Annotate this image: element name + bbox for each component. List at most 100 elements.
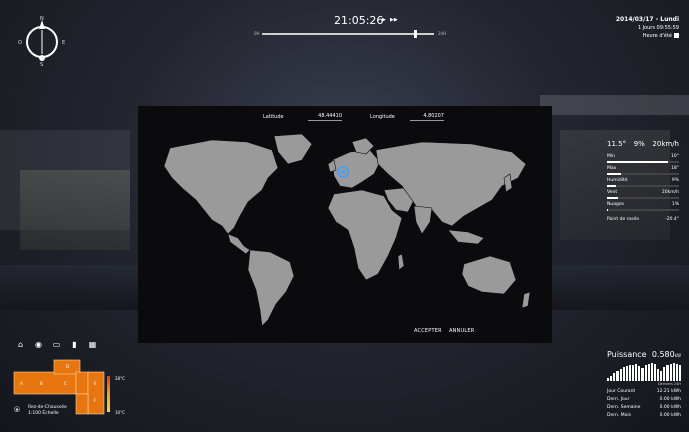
compass[interactable]: N E S O [16, 16, 68, 68]
power-chart [607, 363, 681, 381]
weather-row-label: Min [607, 154, 615, 159]
timeline-slider[interactable] [262, 33, 434, 35]
power-chart-bar [653, 364, 656, 381]
weather-row: Max 18° [607, 166, 679, 171]
summer-time-checkbox[interactable] [674, 33, 679, 38]
room-label: A [20, 381, 23, 386]
compass-north: N [40, 16, 44, 22]
compass-icon [26, 20, 58, 61]
save-icon[interactable]: ▮ [70, 340, 79, 349]
date-label: 2014/03/17 - Lundi [615, 16, 679, 23]
power-chart-bar [669, 364, 672, 381]
summer-time-label: Heure d'été [642, 33, 672, 39]
weather-row-label: Vent [607, 190, 618, 195]
monitor-icon[interactable]: ▭ [52, 340, 61, 349]
power-stat-row: Jour Courant 12.21 kWh [607, 389, 681, 394]
power-chart-bar [613, 373, 616, 381]
temperature-scale [107, 376, 110, 412]
power-unit: kW [674, 353, 681, 358]
weather-slider[interactable] [607, 197, 679, 199]
weather-slider[interactable] [607, 185, 679, 187]
power-stat-label: Dern. Mois [607, 413, 631, 418]
power-chart-bar [650, 363, 653, 381]
power-chart-bar [663, 367, 666, 381]
dew-point-value: -20.4° [665, 217, 679, 222]
power-stat-value: 0.00 kWh [659, 397, 681, 402]
power-stat-row: Dern. Semaine 0.00 kWh [607, 405, 681, 410]
clock-display: 21:05:26 [334, 14, 384, 27]
power-chart-bar [644, 365, 647, 381]
power-chart-bar [675, 364, 678, 381]
timeline-start-label: 0H [254, 31, 260, 36]
time-controls: 21:05:26 ▶ ▶▶ 0H 24H [254, 12, 454, 42]
compass-south: S [40, 62, 44, 68]
weather-row: Nuages 1% [607, 202, 679, 207]
date-panel: 2014/03/17 - Lundi 1 Jours 09:55:59 Heur… [616, 16, 679, 40]
location-dialog: Latitude 48.44410 Longitude 4.80207 ACCE… [138, 106, 552, 343]
weather-row: Humidité 9% [607, 178, 679, 183]
power-chart-caption: Derniers 24H [657, 382, 681, 386]
power-value: 0.580 [651, 350, 675, 359]
timeline-end-label: 24H [438, 31, 447, 36]
longitude-input[interactable]: 4.80207 [410, 113, 444, 121]
latitude-input[interactable]: 48.44410 [308, 113, 342, 121]
summer-time-toggle[interactable]: Heure d'été [616, 32, 679, 40]
room-label: D [66, 364, 69, 369]
weather-row-label: Humidité [607, 178, 628, 183]
weather-row: Vent 20km/h [607, 190, 679, 195]
power-stat-value: 0.00 kWh [659, 413, 681, 418]
home-icon[interactable]: ⌂ [16, 340, 25, 349]
power-stat-row: Dern. Jour 0.00 kWh [607, 397, 681, 402]
grid-icon[interactable]: ▦ [88, 340, 97, 349]
weather-row-value: 20km/h [661, 190, 679, 195]
latitude-label: Latitude [263, 114, 284, 120]
weather-slider[interactable] [607, 209, 679, 211]
fast-forward-icon[interactable]: ▶▶ [390, 17, 398, 23]
power-chart-bar [625, 366, 628, 381]
temperature-value: 11.5° [607, 140, 627, 148]
power-chart-bar [657, 369, 660, 381]
weather-row: Min 10° [607, 154, 679, 159]
power-chart-bar [641, 368, 644, 381]
weather-slider[interactable] [607, 173, 679, 175]
weather-row-value: 1% [671, 202, 679, 207]
play-icon[interactable]: ▶ [382, 17, 386, 23]
power-chart-bar [635, 364, 638, 381]
compass-west: O [18, 40, 22, 46]
weather-row-label: Max [607, 166, 617, 171]
room-label: C [64, 381, 67, 386]
power-stat-label: Jour Courant [607, 389, 636, 394]
room-label: B [40, 381, 43, 386]
power-chart-bar [672, 363, 675, 381]
power-chart-bar [628, 365, 631, 381]
wind-top-value: 20km/h [652, 140, 679, 148]
world-map[interactable] [152, 130, 538, 330]
power-stat-value: 12.21 kWh [656, 389, 681, 394]
power-chart-bar [619, 369, 622, 381]
power-stat-label: Dern. Semaine [607, 405, 641, 410]
power-chart-bar [622, 367, 625, 381]
weather-row-label: Nuages [607, 202, 624, 207]
power-chart-bar [647, 364, 650, 381]
power-chart-bar [638, 366, 641, 381]
globe-icon[interactable]: ◉ [34, 340, 43, 349]
power-chart-bar [666, 365, 669, 381]
person-icon[interactable]: ⍟ [14, 405, 20, 416]
power-chart-bar [610, 376, 613, 381]
accept-button[interactable]: ACCEPTER [414, 328, 442, 334]
humidity-top-value: 9% [633, 140, 645, 148]
dew-point-label: Point de rosée [607, 217, 640, 222]
temp-scale-high: 28°C [115, 376, 125, 381]
power-chart-bar [632, 365, 635, 381]
weather-slider[interactable] [607, 161, 679, 163]
weather-row-value: 10° [671, 154, 679, 159]
timeline-handle[interactable] [414, 30, 417, 38]
longitude-label: Longitude [370, 114, 395, 120]
power-chart-bar [660, 371, 663, 381]
bottom-toolbar: ⌂ ◉ ▭ ▮ ▦ [16, 340, 97, 349]
weather-row-value: 9% [671, 178, 679, 183]
power-chart-bar [678, 365, 681, 381]
cancel-button[interactable]: ANNULER [449, 328, 474, 334]
weather-panel: 11.5° 9% 20km/h Min 10° Max 18° Humidité 9% Ve… [607, 140, 679, 222]
floor-label: Rez-de-Chaussée 1:100 Échelle [28, 405, 67, 417]
